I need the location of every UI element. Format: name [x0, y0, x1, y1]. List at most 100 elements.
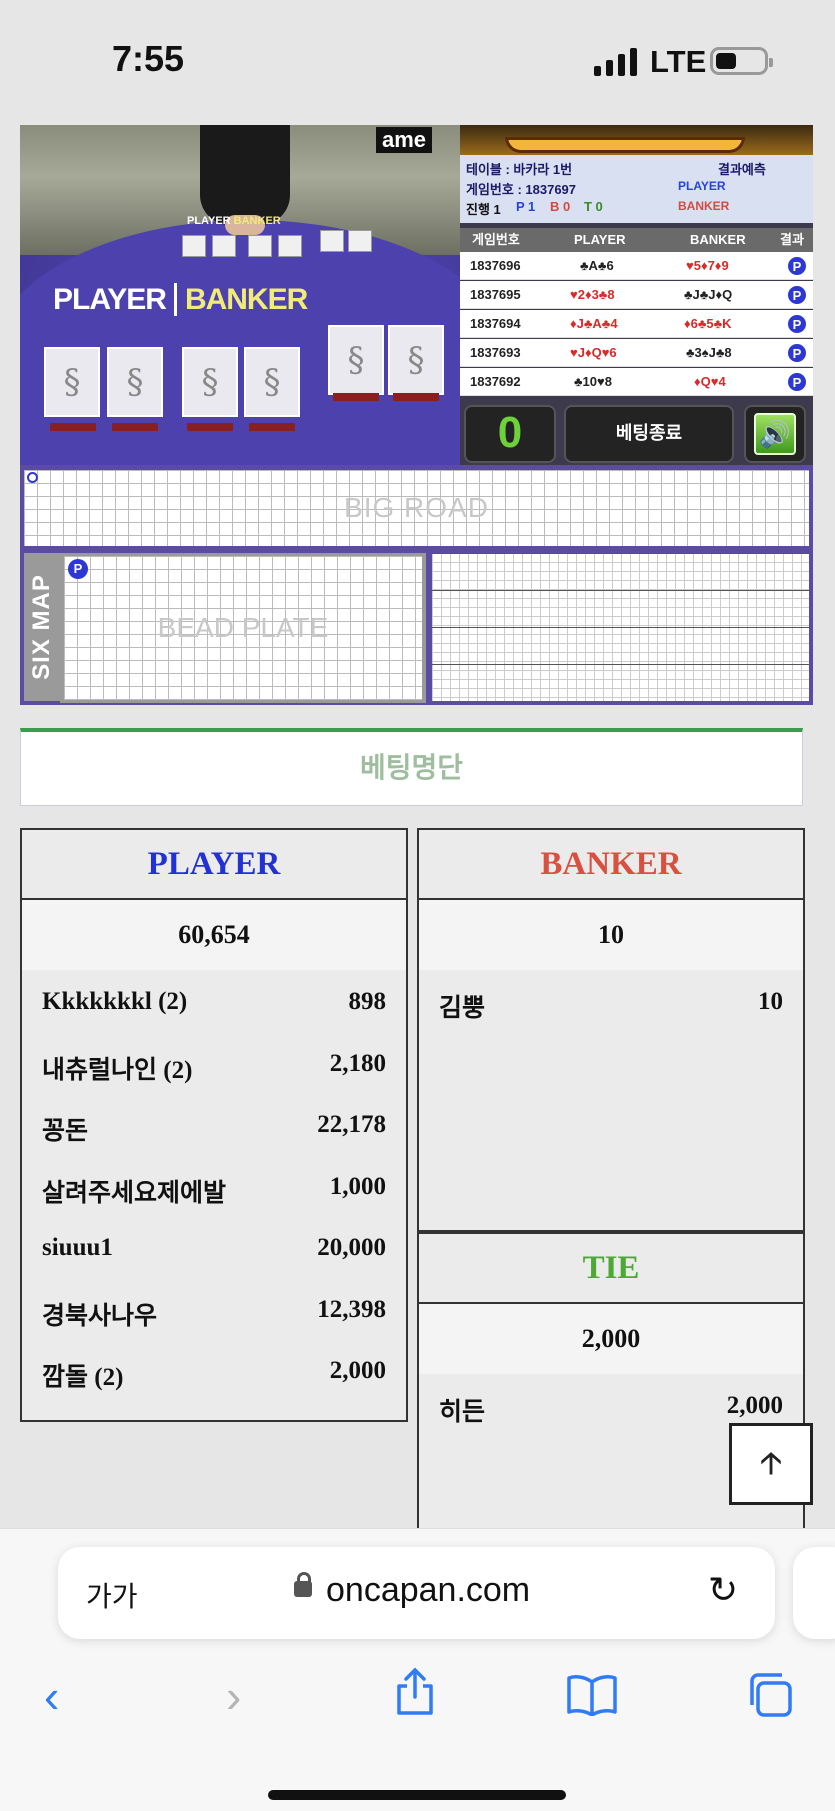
big-road-grid: BIG ROAD — [24, 470, 809, 546]
banker-bets-header: BANKER — [419, 830, 803, 900]
banker-bets-column: BANKER 10 김뿡 10 — [417, 828, 805, 1232]
scroll-to-top-button[interactable]: 🡡 — [729, 1423, 813, 1505]
card-back: § — [244, 347, 300, 417]
row-game-no: 1837693 — [470, 345, 521, 360]
mini-player-label: PLAYER — [187, 215, 231, 227]
row-banker-cards: ♦Q♥4 — [694, 374, 726, 389]
bettor-name: Kkkkkkkl (2) — [42, 988, 188, 1015]
score-banker: B 0 — [550, 199, 571, 214]
status-time: 7:55 — [112, 38, 185, 79]
home-indicator — [268, 1790, 566, 1800]
bet-entry: 경북사나우 12,398 — [22, 1278, 406, 1340]
row-game-no: 1837695 — [470, 287, 521, 302]
tie-bets-total: 2,000 — [419, 1304, 803, 1374]
forward-icon[interactable]: › — [226, 1669, 241, 1723]
six-map-tab[interactable]: SIX MAP — [24, 553, 60, 701]
card-shadow — [249, 423, 295, 431]
speaker-icon[interactable]: 🔊 — [754, 413, 796, 455]
bookmarks-icon[interactable] — [566, 1673, 618, 1727]
player-bets-column: PLAYER 60,654 Kkkkkkkl (2) 898 내츄럴나인 (2) 2… — [20, 828, 408, 1422]
six-map-label: SIX MAP — [28, 574, 55, 680]
prediction-label: 결과예측 — [718, 162, 766, 177]
mini-card — [248, 235, 272, 257]
row-game-no: 1837692 — [470, 374, 521, 389]
card-shadow — [112, 423, 158, 431]
result-p-badge: P — [787, 285, 807, 305]
result-p-badge: P — [787, 314, 807, 334]
bet-amount: 12,398 — [317, 1295, 386, 1323]
row-player-cards: ♣A♣6 — [580, 258, 614, 273]
result-p-badge: P — [787, 343, 807, 363]
result-p-badge: P — [787, 256, 807, 276]
row-banker-cards: ♣J♣J♦Q — [684, 287, 733, 302]
tie-bets-header: TIE — [419, 1234, 803, 1304]
card-back: § — [107, 347, 163, 417]
back-icon[interactable]: ‹ — [44, 1669, 59, 1723]
score-player: P 1 — [516, 199, 536, 214]
row-player-cards: ♣10♥8 — [574, 374, 612, 389]
status-bar: 7:55 LTE — [0, 0, 835, 125]
bead-plate-grid: P BEAD PLATE — [64, 556, 422, 700]
row-game-no: 1837694 — [470, 316, 521, 331]
dealer — [200, 125, 290, 225]
network-label: LTE — [650, 44, 707, 79]
bet-amount: 22,178 — [317, 1111, 386, 1138]
marquee-sign — [505, 137, 745, 153]
game-info-panel: 테이블 : 바카라 1번 결과예측 게임번호 : 1837697 PLAYER … — [460, 125, 813, 465]
results-row: 1837693 ♥J♦Q♥6 ♣3♠J♣8 P — [460, 339, 813, 367]
betting-list-title: 베팅명단 — [20, 728, 803, 806]
video-logo: ame — [376, 127, 433, 153]
results-row: 1837692 ♣10♥8 ♦Q♥4 P — [460, 368, 813, 396]
tabs-icon[interactable] — [746, 1671, 794, 1730]
url-text[interactable]: oncapan.com — [326, 1571, 530, 1610]
card-shadow — [393, 393, 439, 401]
reader-settings-button[interactable]: 가가 — [86, 1575, 138, 1615]
bet-entry: 살려주세요제에발 1,000 — [22, 1155, 406, 1217]
live-video: ame PLAYER BANKER PLAYER BANKER § § § § §… — [20, 125, 460, 465]
prediction-banker: BANKER — [678, 199, 730, 213]
col-banker: BANKER — [690, 232, 746, 247]
col-player: PLAYER — [574, 232, 626, 247]
row-player-cards: ♥J♦Q♥6 — [570, 345, 617, 360]
prediction-player: PLAYER — [678, 179, 726, 193]
results-row: 1837696 ♣A♣6 ♥5♦7♦9 P — [460, 252, 813, 280]
arrow-up-icon: 🡡 — [760, 1447, 782, 1480]
row-player-cards: ♥2♦3♣8 — [570, 287, 615, 302]
score-tie: T 0 — [584, 199, 603, 214]
next-tab-peek[interactable] — [793, 1547, 835, 1639]
card-back: § — [328, 325, 384, 395]
row-banker-cards: ♥5♦7♦9 — [686, 258, 729, 273]
betting-status-button[interactable]: 베팅종료 — [564, 405, 734, 463]
card-back: § — [388, 325, 444, 395]
table-mini-label: PLAYER BANKER — [187, 215, 281, 227]
results-header: 게임번호 PLAYER BANKER 결과 — [460, 228, 813, 252]
bettor-name: 깜돌 (2) — [42, 1364, 124, 1391]
marquee-banner — [460, 125, 813, 155]
table-side-label: PLAYER BANKER — [53, 283, 308, 317]
col-game-no: 게임번호 — [472, 232, 520, 247]
address-bar[interactable]: 가가 oncapan.com ↻ — [58, 1547, 775, 1639]
bet-entry: 깜돌 (2) 2,000 — [22, 1339, 406, 1401]
progress-label: 진행 1 — [466, 202, 501, 217]
mini-card — [182, 235, 206, 257]
sound-toggle[interactable]: 🔊 — [744, 405, 806, 463]
bet-amount: 2,000 — [726, 1392, 783, 1419]
bet-amount: 20,000 — [317, 1234, 386, 1261]
table-info: 테이블 : 바카라 1번 결과예측 게임번호 : 1837697 PLAYER … — [460, 155, 813, 223]
results-row: 1837695 ♥2♦3♣8 ♣J♣J♦Q P — [460, 281, 813, 309]
bettor-name: 내츄럴나인 (2) — [42, 1056, 193, 1084]
reload-icon[interactable]: ↻ — [708, 1569, 738, 1611]
battery-icon — [710, 47, 773, 75]
derived-road-grid — [432, 553, 809, 701]
table-name: 테이블 : 바카라 1번 — [466, 162, 573, 177]
row-banker-cards: ♣3♠J♣8 — [686, 345, 732, 360]
bet-entry: 꽁돈 22,178 — [22, 1093, 406, 1155]
banker-bets-total: 10 — [419, 900, 803, 970]
card-back: § — [182, 347, 238, 417]
bet-entry: 김뿡 10 — [419, 970, 803, 1032]
card-back: § — [44, 347, 100, 417]
game-frame: ame PLAYER BANKER PLAYER BANKER § § § § §… — [20, 125, 813, 705]
share-icon[interactable] — [394, 1667, 436, 1728]
bettor-name: 꽁돈 — [42, 1118, 89, 1145]
col-result: 결과 — [780, 232, 804, 247]
